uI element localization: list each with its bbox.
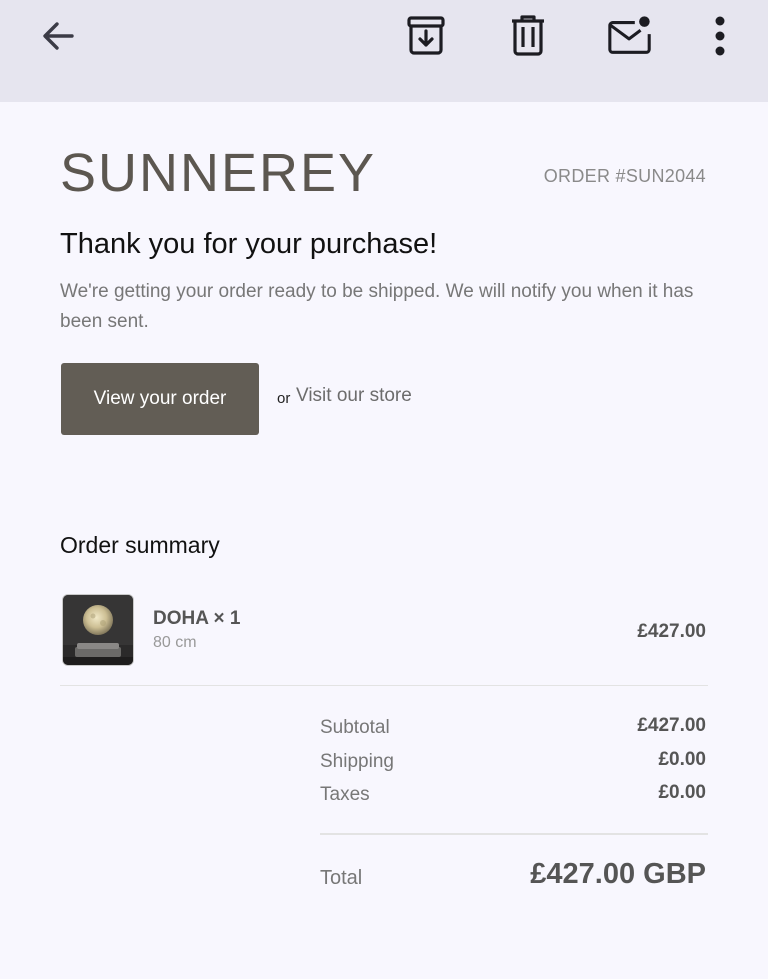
order-number: ORDER #SUN2044 — [543, 166, 706, 186]
app-toolbar — [0, 0, 768, 102]
taxes-label: Taxes — [320, 784, 370, 805]
total-value: £427.00 GBP — [530, 858, 706, 890]
item-name: DOHA × 1 — [153, 608, 241, 629]
mail-unread-icon — [608, 16, 651, 54]
arrow-left-icon — [43, 22, 74, 50]
item-variant: 80 cm — [153, 634, 197, 651]
order-summary-title: Order summary — [60, 532, 220, 558]
shipping-label: Shipping — [320, 751, 394, 772]
product-thumbnail — [62, 594, 134, 666]
more-options-button[interactable] — [696, 12, 744, 60]
email-message: We're getting your order ready to be shi… — [60, 281, 694, 332]
email-headline: Thank you for your purchase! — [60, 228, 438, 260]
or-text: or — [277, 390, 291, 407]
trash-icon — [512, 15, 544, 56]
divider — [60, 685, 708, 686]
archive-button[interactable] — [402, 12, 450, 60]
item-price: £427.00 — [637, 621, 706, 642]
total-label: Total — [320, 867, 363, 889]
visit-store-link[interactable]: Visit our store — [296, 385, 412, 407]
view-order-button[interactable]: View your order — [61, 363, 259, 435]
delete-button[interactable] — [504, 12, 552, 60]
archive-icon — [407, 16, 445, 55]
subtotal-value: £427.00 — [637, 715, 706, 736]
view-order-label: View your order — [93, 388, 227, 409]
taxes-value: £0.00 — [658, 782, 706, 803]
subtotal-label: Subtotal — [320, 717, 390, 738]
email-body: SUNNEREY ORDER #SUN2044 Thank you for yo… — [0, 102, 768, 979]
back-button[interactable] — [34, 12, 82, 60]
brand-logo: SUNNEREY — [60, 143, 377, 203]
divider — [320, 833, 708, 835]
mark-unread-button[interactable] — [606, 12, 654, 60]
shipping-value: £0.00 — [658, 749, 706, 770]
more-vert-icon — [715, 16, 725, 56]
